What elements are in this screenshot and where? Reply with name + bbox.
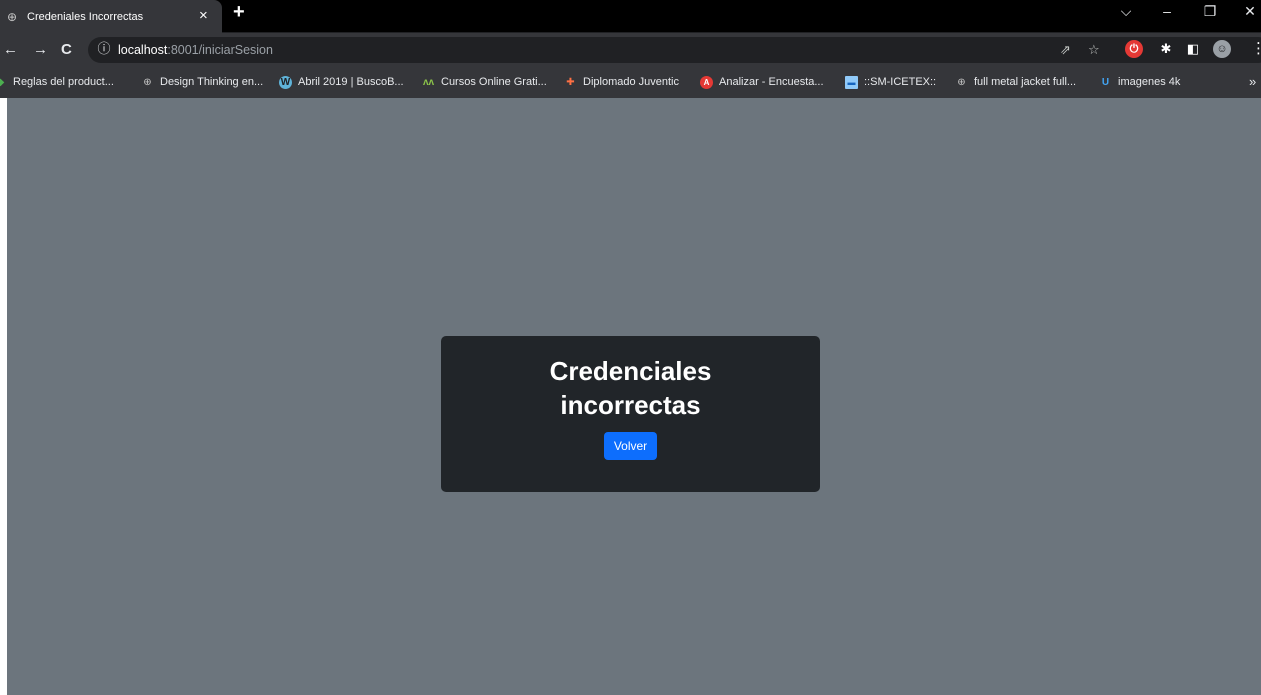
- url-path: :8001/iniciarSesion: [167, 43, 273, 57]
- close-tab-icon[interactable]: ×: [199, 6, 208, 26]
- bookmark-item[interactable]: ⊕ full metal jacket full...: [955, 66, 1076, 98]
- browser-toolbar: ← → C ⓘ localhost:8001/iniciarSesion ⇗ ☆…: [0, 33, 1261, 66]
- reload-icon[interactable]: C: [61, 33, 72, 66]
- extensions-puzzle-icon[interactable]: ✱: [1157, 40, 1175, 58]
- tab-strip: ⊕ Credeniales Incorrectas × + ⌵ – ❐ ✕: [0, 0, 1261, 33]
- wordpress-icon: W: [279, 75, 292, 89]
- error-title-text: Credenciales incorrectas: [549, 356, 712, 420]
- bookmark-label: full metal jacket full...: [974, 76, 1077, 88]
- globe-icon: ⊕: [957, 76, 966, 88]
- bookmarks-overflow-icon[interactable]: »: [1249, 66, 1256, 98]
- browser-chrome: ⊕ Credeniales Incorrectas × + ⌵ – ❐ ✕ ← …: [0, 0, 1261, 98]
- share-icon[interactable]: ⇗: [1060, 37, 1071, 63]
- bookmark-label: Abril 2019 | BuscoB...: [298, 76, 404, 88]
- extension-power-icon[interactable]: ⏻: [1125, 40, 1143, 58]
- url-host: localhost: [118, 43, 168, 57]
- address-bar[interactable]: ⓘ localhost:8001/iniciarSesion ⇗ ☆: [88, 37, 1261, 63]
- new-tab-button[interactable]: +: [233, 1, 245, 23]
- bookmark-label: Analizar - Encuesta...: [719, 76, 824, 88]
- plus-icon: ✚: [566, 76, 575, 88]
- bookmark-label: Diplomado Juventic: [583, 76, 679, 88]
- icetex-icon: ▬: [845, 75, 858, 89]
- volver-button[interactable]: Volver: [604, 432, 657, 460]
- side-panel-icon[interactable]: ◧: [1184, 40, 1202, 58]
- edx-icon: ʌʌ: [422, 76, 435, 88]
- globe-icon: ⊕: [143, 76, 152, 88]
- info-icon[interactable]: ⓘ: [97, 42, 111, 56]
- bookmark-star-icon[interactable]: ☆: [1088, 37, 1100, 63]
- bookmark-item[interactable]: W Abril 2019 | BuscoB...: [279, 66, 404, 98]
- bookmark-label: Cursos Online Grati...: [441, 76, 547, 88]
- bookmark-label: ::SM-ICETEX::: [864, 76, 937, 88]
- u-icon: U: [1101, 76, 1110, 88]
- tab-search-icon[interactable]: ⌵: [1115, 0, 1137, 22]
- page-viewport: Credenciales incorrectas Volver: [7, 98, 1261, 695]
- bookmark-item[interactable]: ◆ Reglas del product...: [0, 66, 114, 98]
- error-card: Credenciales incorrectas Volver: [441, 336, 820, 492]
- survey-icon: A: [700, 75, 713, 89]
- error-title: Credenciales incorrectas: [441, 354, 820, 422]
- minimize-button[interactable]: –: [1156, 0, 1178, 22]
- bookmark-label: imagenes 4k: [1118, 76, 1181, 88]
- window-left-edge: [0, 0, 7, 695]
- forward-icon[interactable]: →: [33, 33, 48, 66]
- bookmark-item[interactable]: ʌʌ Cursos Online Grati...: [422, 66, 547, 98]
- tab-title: Credeniales Incorrectas: [27, 10, 144, 23]
- leaf-icon: ◆: [0, 76, 5, 88]
- tab-active[interactable]: ⊕ Credeniales Incorrectas ×: [0, 0, 222, 33]
- close-window-button[interactable]: ✕: [1239, 0, 1261, 22]
- profile-avatar-icon[interactable]: ☺: [1213, 40, 1231, 58]
- bookmark-item[interactable]: U imagenes 4k: [1099, 66, 1181, 98]
- bookmark-item[interactable]: ⊕ Design Thinking en...: [141, 66, 263, 98]
- bookmark-item[interactable]: ▬ ::SM-ICETEX::: [845, 66, 936, 98]
- url-text[interactable]: localhost:8001/iniciarSesion: [118, 37, 273, 63]
- bookmark-item[interactable]: A Analizar - Encuesta...: [700, 66, 824, 98]
- bookmarks-bar: ◆ Reglas del product... ⊕ Design Thinkin…: [0, 66, 1261, 98]
- menu-icon[interactable]: ⋮: [1251, 40, 1261, 58]
- bookmark-label: Design Thinking en...: [160, 76, 264, 88]
- restore-button[interactable]: ❐: [1199, 0, 1221, 22]
- back-icon[interactable]: ←: [3, 33, 18, 66]
- bookmark-item[interactable]: ✚ Diplomado Juventic: [564, 66, 679, 98]
- bookmark-label: Reglas del product...: [13, 76, 114, 88]
- globe-icon: ⊕: [7, 9, 18, 24]
